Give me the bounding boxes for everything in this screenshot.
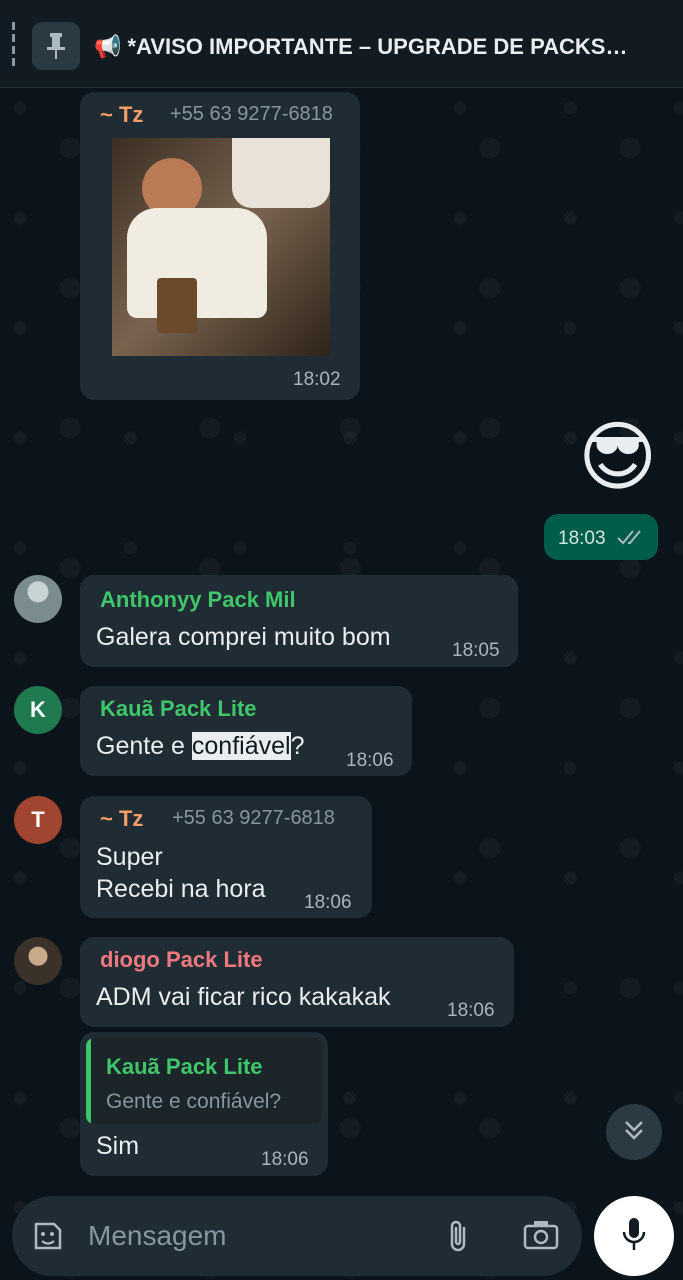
sender-phone: +55 63 9277-6818 — [172, 807, 335, 829]
message-input[interactable] — [88, 1214, 418, 1258]
double-chevron-down-icon — [621, 1117, 647, 1148]
message-time: 18:06 — [304, 892, 352, 913]
message-time: 18:05 — [452, 640, 500, 661]
attach-icon[interactable] — [444, 1216, 472, 1261]
sender-phone: +55 63 9277-6818 — [170, 103, 333, 125]
pinned-indicator — [12, 22, 15, 66]
message-text-part: Gente e — [96, 732, 192, 760]
message-text: Sim — [96, 1132, 140, 1160]
sender-name: ~ Tz — [100, 806, 144, 831]
avatar[interactable] — [14, 575, 62, 623]
message-bubble[interactable]: Kauã Pack Lite Gente e confiável? Sim 18… — [80, 1032, 328, 1176]
message-input-bar — [12, 1196, 582, 1276]
message-bubble[interactable]: Kauã Pack Lite Gente e confiável? 18:06 — [80, 686, 412, 776]
message-text: ADM vai ficar rico kakakak — [96, 983, 391, 1011]
message-time: 18:06 — [261, 1149, 309, 1170]
sender-name: Anthonyy Pack Mil — [100, 587, 296, 612]
sender-name: ~ Tz — [100, 102, 144, 127]
message-text: Galera comprei muito bom — [96, 623, 391, 651]
message-bubble[interactable]: Anthonyy Pack Mil Galera comprei muito b… — [80, 575, 518, 667]
message-text-line: Super — [96, 843, 163, 871]
message-time: 18:06 — [447, 1000, 495, 1021]
message-time: 18:03 — [558, 528, 606, 549]
pin-icon[interactable] — [32, 22, 80, 70]
image-sticker[interactable] — [112, 138, 330, 356]
avatar[interactable] — [14, 937, 62, 985]
message-bubble[interactable]: diogo Pack Lite ADM vai ficar rico kakak… — [80, 937, 514, 1027]
message-time: 18:06 — [346, 750, 394, 771]
microphone-icon — [620, 1216, 648, 1257]
pinned-message-text: 📢 *AVISO IMPORTANTE – UPGRADE DE PACKS… — [94, 34, 628, 59]
avatar[interactable]: K — [14, 686, 62, 734]
quoted-message[interactable]: Kauã Pack Lite Gente e confiável? — [86, 1038, 322, 1124]
sender-name: Kauã Pack Lite — [100, 696, 257, 721]
pinned-message-bar[interactable]: 📢 *AVISO IMPORTANTE – UPGRADE DE PACKS… — [0, 0, 683, 88]
camera-icon[interactable] — [522, 1218, 560, 1257]
microphone-button[interactable] — [594, 1196, 674, 1276]
scroll-to-bottom-button[interactable] — [606, 1104, 662, 1160]
message-time: 18:02 — [293, 369, 341, 390]
quoted-text: Gente e confiável? — [106, 1090, 282, 1113]
message-text: Gente e confiável? — [96, 732, 304, 761]
sticker-icon[interactable] — [30, 1218, 66, 1259]
message-text-part: ? — [290, 732, 305, 760]
selected-text: confiável — [191, 732, 291, 760]
message-bubble[interactable]: ~ Tz +55 63 9277-6818 Super Recebi na ho… — [80, 796, 372, 918]
avatar[interactable]: T — [14, 796, 62, 844]
message-bubble[interactable]: ~ Tz +55 63 9277-6818 18:02 — [80, 92, 360, 400]
outgoing-time-bubble: 18:03 — [544, 514, 658, 560]
sender-name: diogo Pack Lite — [100, 947, 263, 972]
double-check-icon — [616, 527, 646, 547]
message-text-line: Recebi na hora — [96, 875, 266, 903]
emoji-message[interactable]: 😎 — [578, 420, 657, 496]
quoted-sender: Kauã Pack Lite — [106, 1054, 263, 1079]
